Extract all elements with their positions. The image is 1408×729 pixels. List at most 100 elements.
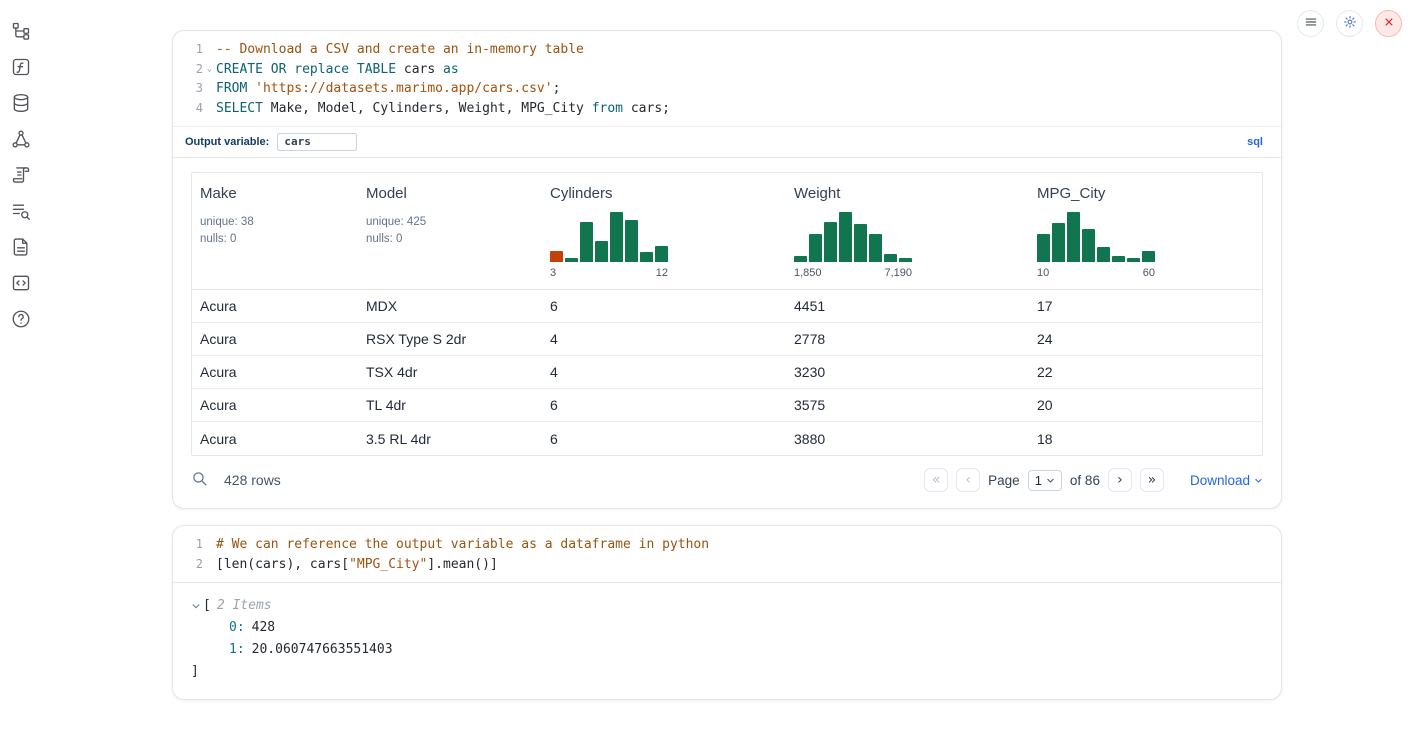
output-entries: 0: 4281:20.060747663551403 [191,617,1263,661]
sidebar-item-documentation[interactable] [7,234,35,262]
table-cell: 18 [1029,431,1262,447]
collapse-caret-icon[interactable] [191,601,203,611]
code-text: FROM 'https://datasets.marimo.app/cars.c… [216,79,560,99]
sidebar-item-snippets[interactable] [7,270,35,298]
python-editor[interactable]: 1# We can reference the output variable … [173,526,1281,582]
table-row[interactable]: AcuraTSX 4dr4323022 [192,356,1262,389]
table-cell: Acura [192,331,358,347]
histogram-bar [1052,223,1065,262]
data-table: Makeunique: 38nulls: 0Modelunique: 425nu… [191,172,1263,456]
histogram-min-label: 10 [1037,267,1049,279]
line-number: 2 [183,555,203,575]
menu-button[interactable] [1297,10,1324,37]
download-button[interactable]: Download [1190,473,1263,488]
histogram-bars [794,210,1021,262]
shutdown-button[interactable] [1375,10,1402,37]
table-row[interactable]: AcuraMDX6445117 [192,290,1262,323]
code-text: # We can reference the output variable a… [216,535,709,555]
sidebar-item-variables[interactable] [7,54,35,82]
table-cell: 6 [542,431,786,447]
code-line: 1# We can reference the output variable … [183,535,1267,555]
table-cell: MDX [358,298,542,314]
table-cell: 3880 [786,431,1029,447]
code-token: ; [553,81,561,96]
table-row[interactable]: Acura3.5 RL 4dr6388018 [192,422,1262,455]
code-token [349,62,357,77]
output-entry: 0: 428 [229,617,1263,639]
histogram-bar [824,222,837,262]
histogram-bar [794,256,807,262]
table-cell: 17 [1029,298,1262,314]
histogram-bar [869,234,882,262]
next-page-button[interactable]: › [1108,468,1132,492]
python-cell: 1# We can reference the output variable … [172,525,1282,700]
column-stats: unique: 38nulls: 0 [200,214,350,247]
output-variable-input[interactable]: cars [277,133,357,151]
histogram-bar [854,224,867,262]
histogram-bar [640,252,653,262]
logs-icon [11,201,31,224]
code-token: -- Download a CSV and create an in-memor… [216,42,584,57]
sidebar-item-scratchpad[interactable] [7,162,35,190]
table-cell: Acura [192,431,358,447]
prev-page-button[interactable]: ‹ [956,468,980,492]
search-button[interactable] [191,470,208,490]
histogram-range: 10 60 [1037,267,1155,279]
code-token: # We can reference the output variable a… [216,537,709,552]
python-output: [ 2 Items 0:4281:20.060747663551403 ] [173,582,1281,699]
code-token: "MPG_City" [349,557,427,572]
column-header[interactable]: Cylinders312 [542,173,786,289]
column-name: MPG_City [1037,185,1254,202]
sidebar-item-dependencies[interactable] [7,126,35,154]
language-badge[interactable]: sql [1247,136,1263,148]
column-header[interactable]: Weight1,8507,190 [786,173,1029,289]
histogram-bar [884,254,897,262]
code-text: SELECT Make, Model, Cylinders, Weight, M… [216,99,670,119]
column-histogram: 1,8507,190 [794,210,1021,279]
line-number: 3 [183,79,203,99]
histogram-bar [1082,229,1095,262]
column-histogram: 312 [550,210,778,279]
code-line: 1-- Download a CSV and create an in-memo… [183,40,1267,60]
column-header[interactable]: MPG_City 10 60 [1029,173,1262,289]
settings-button[interactable] [1336,10,1363,37]
first-page-button[interactable]: « [924,468,948,492]
histogram-bar [839,212,852,262]
page-select[interactable]: 1 [1028,470,1062,491]
column-header[interactable]: Makeunique: 38nulls: 0 [192,173,358,289]
histogram-bar [1142,251,1155,262]
histogram-max-label: 60 [1143,267,1155,279]
sidebar-item-file-tree[interactable] [7,18,35,46]
code-text: [len(cars), cars["MPG_City"].mean()] [216,555,498,575]
code-line: 4SELECT Make, Model, Cylinders, Weight, … [183,99,1267,119]
sidebar-item-datasources[interactable] [7,90,35,118]
code-token: from [592,101,623,116]
sql-cell: 1 -- Download a CSV and create an in-memo… [172,30,1282,509]
histogram-bar [595,241,608,262]
output-entry: 1:20.060747663551403 [229,639,1263,661]
output-variable-row: Output variable: cars sql [173,126,1281,158]
sidebar-item-help[interactable] [7,306,35,334]
sql-editor[interactable]: 1-- Download a CSV and create an in-memo… [173,31,1281,126]
snippets-icon [11,273,31,296]
histogram-bar [565,258,578,262]
code-token: TABLE [357,62,396,77]
entry-value: 428 [252,617,275,639]
column-header[interactable]: Modelunique: 425nulls: 0 [358,173,542,289]
table-cell: 4451 [786,298,1029,314]
table-row[interactable]: AcuraTL 4dr6357520 [192,389,1262,422]
last-page-button[interactable]: » [1140,468,1164,492]
table-cell: 3575 [786,397,1029,413]
table-cell: Acura [192,397,358,413]
hamburger-icon [1304,15,1318,32]
table-cell: Acura [192,298,358,314]
page-label: Page [988,473,1020,488]
entry-key: 0: [229,617,245,639]
table-cell: 3.5 RL 4dr [358,431,542,447]
table-row[interactable]: AcuraRSX Type S 2dr4277824 [192,323,1262,356]
fold-caret-icon[interactable]: ⌄ [203,60,216,80]
sidebar-item-logs[interactable] [7,198,35,226]
fold-caret-icon [203,555,216,575]
table-header: Makeunique: 38nulls: 0Modelunique: 425nu… [192,173,1262,290]
items-count: 2 Items [217,595,272,617]
